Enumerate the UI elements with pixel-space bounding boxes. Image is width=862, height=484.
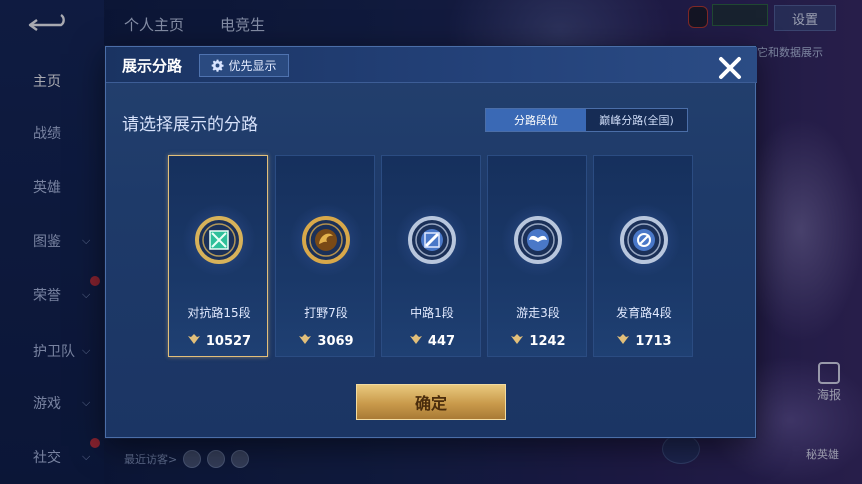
close-button[interactable] xyxy=(712,51,748,85)
lane-score-value: 1713 xyxy=(635,333,672,349)
lane-rank-label: 中路1段 xyxy=(410,306,454,320)
close-icon xyxy=(719,57,741,79)
priority-display-button[interactable]: 优先显示 xyxy=(199,54,289,77)
lane-card[interactable]: 中路1段 447 xyxy=(381,155,481,357)
lane-score-value: 447 xyxy=(427,333,456,349)
lane-score: 1242 xyxy=(488,330,588,352)
lane-card-list: 对抗路15段 10527 打野7段 3069 中路1段 447 游走3段 1242 发育路4段 1… xyxy=(168,155,698,359)
priority-display-label: 优先显示 xyxy=(228,59,277,73)
lane-score: 3069 xyxy=(276,330,376,352)
score-crest-icon xyxy=(409,333,423,349)
mid-lane-emblem-icon xyxy=(406,214,458,266)
lane-rank-label: 对抗路15段 xyxy=(187,306,251,320)
tab-peak-lane[interactable]: 巅峰分路(全国) xyxy=(586,109,687,131)
lane-score-value: 1242 xyxy=(529,333,566,349)
score-crest-icon xyxy=(187,333,201,349)
lane-score: 447 xyxy=(382,330,482,352)
lane-score: 10527 xyxy=(169,330,269,352)
dialog-title: 展示分路 xyxy=(122,57,183,75)
lane-score-value: 3069 xyxy=(317,333,354,349)
score-crest-icon xyxy=(298,333,312,349)
dialog-subtitle: 请选择展示的分路 xyxy=(122,115,258,135)
clash-lane-emblem-icon xyxy=(193,214,245,266)
lane-card[interactable]: 对抗路15段 10527 xyxy=(168,155,268,357)
lane-card[interactable]: 发育路4段 1713 xyxy=(593,155,693,357)
lane-card[interactable]: 打野7段 3069 xyxy=(275,155,375,357)
dialog-title-bar: 展示分路 优先显示 xyxy=(106,47,757,83)
tab-lane-rank[interactable]: 分路段位 xyxy=(486,109,586,131)
display-lane-dialog: 展示分路 优先显示 请选择展示的分路 分路段位 巅峰分路(全国) 对抗路15段 1… xyxy=(105,46,757,438)
lane-card[interactable]: 游走3段 1242 xyxy=(487,155,587,357)
gear-icon xyxy=(212,59,225,72)
lane-score: 1713 xyxy=(594,330,694,352)
score-crest-icon xyxy=(616,333,630,349)
roam-wings-emblem-icon xyxy=(512,214,564,266)
lane-rank-label: 打野7段 xyxy=(304,306,348,320)
score-crest-icon xyxy=(510,333,524,349)
confirm-button[interactable]: 确定 xyxy=(356,384,506,420)
farm-lane-emblem-icon xyxy=(618,214,670,266)
jungle-dragon-emblem-icon xyxy=(300,214,352,266)
lane-rank-label: 发育路4段 xyxy=(616,306,672,320)
lane-score-value: 10527 xyxy=(205,333,252,349)
mode-toggle: 分路段位 巅峰分路(全国) xyxy=(485,108,688,132)
lane-rank-label: 游走3段 xyxy=(516,306,560,320)
